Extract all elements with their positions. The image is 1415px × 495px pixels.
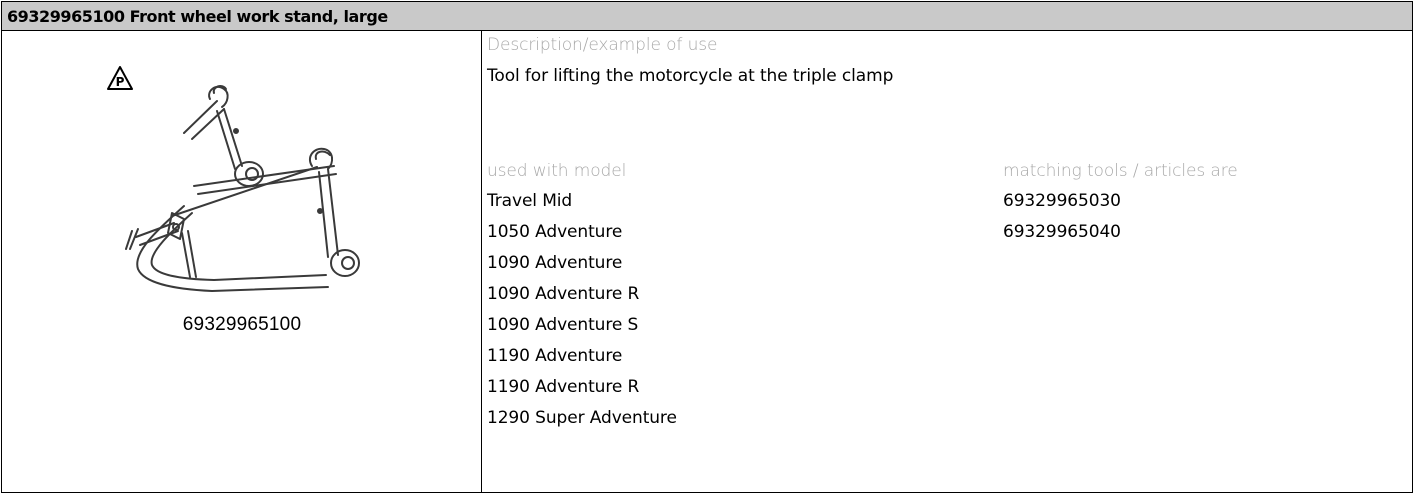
- illustration-part-number: 69329965100: [182, 314, 302, 335]
- description-text: Tool for lifting the motorcycle at the t…: [487, 66, 894, 86]
- header-bar: 69329965100 Front wheel work stand, larg…: [2, 2, 1412, 31]
- tool-sheet: 69329965100 Front wheel work stand, larg…: [1, 1, 1413, 493]
- matching-tools-list: 69329965030 69329965040: [1003, 186, 1121, 248]
- page-title: 69329965100 Front wheel work stand, larg…: [7, 7, 388, 26]
- list-item: 69329965030: [1003, 191, 1121, 211]
- list-item: Travel Mid: [487, 191, 573, 211]
- illustration-panel: P 69329965100: [2, 31, 482, 492]
- list-item: 1290 Super Adventure: [487, 408, 677, 428]
- list-item: 1050 Adventure: [487, 222, 623, 242]
- stand-drawing: [125, 85, 360, 292]
- details-panel: Description/example of use Tool for lift…: [483, 31, 1412, 492]
- list-item: 1090 Adventure: [487, 253, 623, 273]
- description-label: Description/example of use: [487, 35, 718, 55]
- p-warning-triangle-icon: P: [107, 66, 133, 90]
- models-label: used with model: [487, 161, 627, 181]
- models-list: Travel Mid 1050 Adventure 1090 Adventure…: [487, 186, 677, 434]
- list-item: 1090 Adventure S: [487, 315, 639, 335]
- work-stand-illustration: P: [107, 66, 360, 292]
- svg-text:P: P: [116, 75, 125, 89]
- matching-tools-label: matching tools / articles are: [1003, 161, 1238, 181]
- list-item: 1090 Adventure R: [487, 284, 640, 304]
- list-item: 69329965040: [1003, 222, 1121, 242]
- list-item: 1190 Adventure: [487, 346, 623, 366]
- list-item: 1190 Adventure R: [487, 377, 640, 397]
